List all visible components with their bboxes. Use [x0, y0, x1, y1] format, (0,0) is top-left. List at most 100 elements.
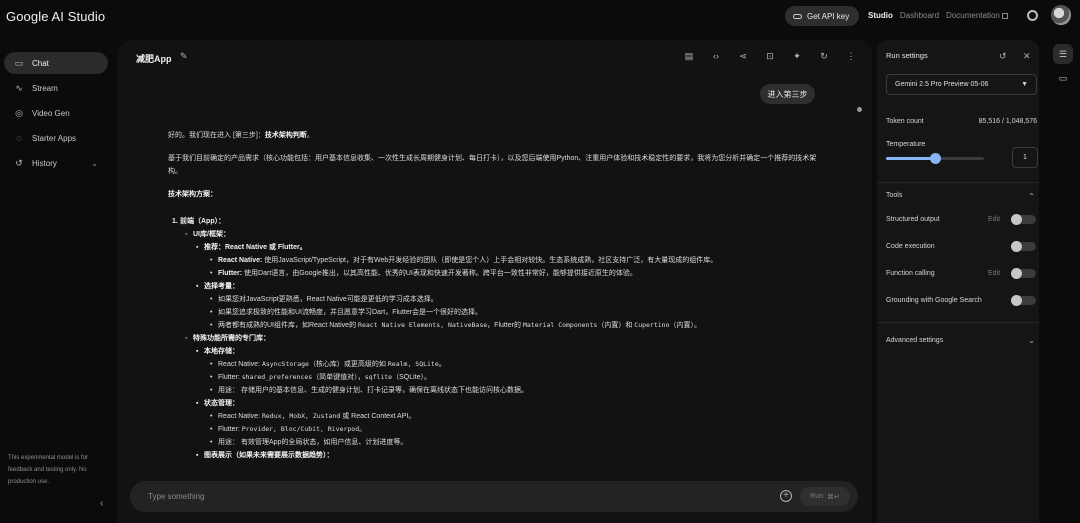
list-item: ▪ 状态管理：: [196, 400, 239, 407]
run-label: Run: [810, 493, 823, 500]
list-item: ◦ 特殊功能所需的专门库：: [185, 335, 270, 342]
list-item: 1. 前端（App）：: [172, 218, 226, 225]
advanced-settings-label[interactable]: Advanced settings: [886, 337, 943, 344]
token-count-value: 85,516 / 1,048,576: [978, 118, 1037, 125]
nav-documentation[interactable]: Documentation: [946, 11, 1008, 20]
sidebar-item-history[interactable]: ↺ History ⌄: [4, 152, 108, 174]
close-icon[interactable]: ✕: [1023, 51, 1031, 62]
panel-icon[interactable]: ▭: [1053, 68, 1073, 88]
chat-toolbar: ▤ ‹› ⋖ ⊡ ✦ ↻ ⋮: [684, 51, 856, 62]
user-message: 进入第三步: [760, 84, 815, 104]
divider: [877, 322, 1039, 323]
get-api-key-button[interactable]: Get API key: [785, 6, 859, 26]
structured-output-toggle[interactable]: [1011, 214, 1036, 225]
code-icon[interactable]: ‹›: [711, 51, 721, 62]
rn-label: React Native:: [218, 257, 263, 264]
sidebar-item-chat[interactable]: ▭ Chat: [4, 52, 108, 74]
tool-code-execution-label: Code execution: [886, 243, 935, 250]
nav-studio[interactable]: Studio: [868, 11, 893, 20]
list-item: ◦ UI库/框架：: [185, 231, 230, 238]
chat-header: 减肥App ✎ ▤ ‹› ⋖ ⊡ ✦ ↻ ⋮: [118, 40, 872, 74]
consider-text: （内置）和: [597, 322, 635, 329]
avatar[interactable]: [1051, 5, 1071, 25]
list-item: • Flutter: Provider, Bloc/Cubit, Riverpod…: [210, 425, 367, 433]
token-count-label: Token count: [886, 118, 924, 125]
tools-heading: Tools: [886, 192, 903, 199]
tool-function-calling-edit[interactable]: Edit: [988, 270, 1000, 277]
run-button[interactable]: Run ⌘↵: [800, 487, 850, 506]
run-settings-panel: Run settings ↺ ✕ Gemini 2.5 Pro Preview …: [877, 40, 1039, 523]
temperature-slider[interactable]: [886, 153, 984, 164]
chevron-up-icon[interactable]: ⌃: [1028, 192, 1035, 201]
sidebar-item-stream[interactable]: ∿ Stream: [4, 77, 108, 99]
temperature-slider-thumb[interactable]: [930, 153, 941, 164]
state-text: 或 React Context API。: [340, 413, 416, 420]
storage-usage: 用途： 存储用户的基本信息、生成的健身计划、打卡记录等，确保在离线状态下也能访问…: [218, 387, 528, 394]
nav-dashboard[interactable]: Dashboard: [900, 11, 939, 20]
state-usage: 用途： 有效管理App的全局状态，如用户信息、计划进度等。: [218, 439, 408, 446]
temperature-input[interactable]: 1: [1012, 147, 1038, 168]
list-item: • React Native: Redux, MobX, Zustand 或 Re…: [210, 412, 416, 420]
model-response: 好的。我们现在进入 [第三步]：技术架构判断。 基于我们目前确定的产品需求（核心…: [168, 129, 818, 462]
list-item: • React Native: 使用JavaScript/TypeScript，对…: [210, 257, 718, 264]
settings-gear-icon[interactable]: [1027, 10, 1038, 21]
code-span: Provider, Bloc/Cubit, Riverpod: [241, 425, 360, 433]
section-title: 技术架构方案：: [168, 191, 217, 198]
list-item: ▪ 选择考量：: [196, 283, 239, 290]
reset-settings-icon[interactable]: ↺: [999, 51, 1007, 62]
share-icon[interactable]: ⋖: [738, 51, 748, 62]
compare-icon[interactable]: ⊡: [765, 51, 775, 62]
edit-title-icon[interactable]: ✎: [180, 51, 188, 62]
tune-icon[interactable]: ☰: [1053, 44, 1073, 64]
code-execution-toggle[interactable]: [1011, 241, 1036, 252]
chevron-down-icon[interactable]: ⌄: [1028, 336, 1035, 345]
intro-bold: 技术架构判断: [264, 132, 307, 139]
rn-text: 使用JavaScript/TypeScript，对于有Web开发经验的团队（即使…: [262, 257, 718, 264]
storage-text: Flutter:: [218, 374, 242, 381]
get-api-key-label: Get API key: [807, 11, 850, 21]
run-settings-title: Run settings: [886, 51, 928, 60]
collapse-sidebar-icon[interactable]: ‹: [100, 498, 103, 509]
recommend-value: React Native 或 Flutter。: [225, 244, 307, 251]
sidebar-item-starter-apps[interactable]: ◌ Starter Apps: [4, 127, 108, 149]
sidebar-item-label: Video Gen: [32, 108, 70, 118]
analysis-paragraph: 基于我们目前确定的产品需求（核心功能包括：用户基本信息收集、一次性生成长周期健身…: [168, 155, 817, 175]
history-icon: ↺: [15, 157, 23, 168]
divider: [877, 182, 1039, 183]
nav-documentation-label: Documentation: [946, 11, 1000, 20]
grounding-toggle[interactable]: [1011, 295, 1036, 306]
chevron-down-icon: ⌄: [91, 158, 98, 168]
magic-icon[interactable]: ✦: [792, 51, 802, 62]
list-item: • 如果您对JavaScript更熟悉，React Native可能是更低的学习成…: [210, 296, 438, 303]
recommend-label: 推荐：: [204, 244, 225, 251]
code-span: React Native Elements, NativeBase: [358, 321, 488, 329]
prompt-input[interactable]: [148, 489, 748, 504]
sidebar-item-label: Chat: [32, 58, 49, 68]
page-title: 减肥App: [136, 54, 172, 64]
consider-text: 如果您追求极致的性能和UI流畅度，并且愿意学习Dart，Flutter会是一个很…: [218, 309, 483, 316]
model-select[interactable]: Gemini 2.5 Pro Preview 05-06 ▼: [886, 74, 1037, 95]
list-item: • 用途： 存储用户的基本信息、生成的健身计划、打卡记录等，确保在离线状态下也能访…: [210, 387, 528, 394]
storage-text: （简单键值对），: [312, 374, 365, 381]
more-options-icon[interactable]: ⋮: [846, 51, 856, 62]
storage-text: （核心库）或更高级的如: [308, 361, 388, 368]
save-icon[interactable]: ▤: [684, 51, 694, 62]
code-span: shared_preferences: [241, 373, 313, 381]
model-name: Gemini 2.5 Pro Preview 05-06: [895, 81, 989, 88]
ui-lib-heading: UI库/框架：: [193, 231, 230, 238]
scroll-indicator[interactable]: [857, 107, 862, 112]
sidebar-item-video-gen[interactable]: ◎ Video Gen: [4, 102, 108, 124]
chat-icon: ▭: [14, 57, 24, 68]
consider-text: （内置）。: [669, 322, 702, 329]
apps-icon: ◌: [16, 133, 22, 143]
brand-logo[interactable]: Google AI Studio: [6, 9, 105, 24]
state-mgmt-heading: 状态管理：: [204, 400, 239, 407]
reset-icon[interactable]: ↻: [819, 51, 829, 62]
list-item: ▪ 推荐：React Native 或 Flutter。: [196, 244, 307, 251]
chat-panel: 减肥App ✎ ▤ ‹› ⋖ ⊡ ✦ ↻ ⋮ 进入第三步 好的。我们现在进入 […: [118, 40, 872, 523]
left-sidebar: ▭ Chat ∿ Stream ◎ Video Gen ◌ Starter Ap…: [0, 40, 114, 523]
add-media-icon[interactable]: +: [780, 490, 792, 502]
function-calling-toggle[interactable]: [1011, 268, 1036, 279]
tool-structured-output-edit[interactable]: Edit: [988, 216, 1000, 223]
sidebar-item-label: Starter Apps: [32, 133, 77, 143]
